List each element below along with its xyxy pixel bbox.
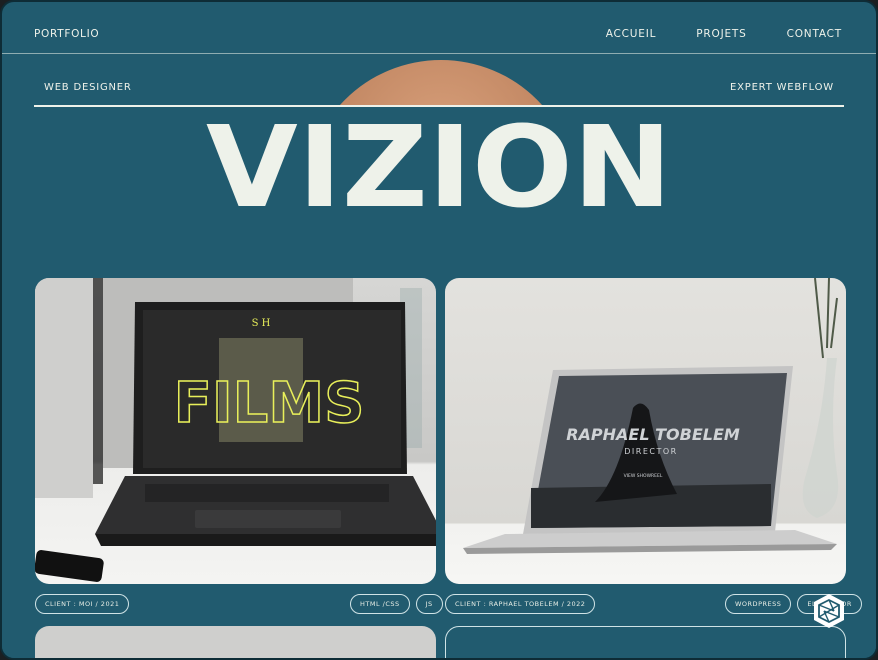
client-tag-2: CLIENT : RAPHAEL TOBELEM / 2022 xyxy=(445,594,596,614)
aperture-badge-icon[interactable] xyxy=(810,592,848,630)
vase-shape xyxy=(802,358,839,518)
raphael-screen-title: RAPHAEL TOBELEM xyxy=(566,425,740,444)
header-divider xyxy=(34,105,844,107)
hero-title-text: VIZION xyxy=(206,114,672,214)
portfolio-page: PORTFOLIO ACCUEIL PROJETS CONTACT WEB DE… xyxy=(0,0,878,660)
laptop-raphael xyxy=(463,366,837,554)
tech-tag-html-css: HTML /CSS xyxy=(350,594,410,614)
project-meta-1-client: CLIENT : MOI / 2021 xyxy=(35,594,130,614)
client-tag-1: CLIENT : MOI / 2021 xyxy=(35,594,130,614)
films-site-logo: S H xyxy=(252,318,271,329)
phone-shape xyxy=(35,550,104,582)
project-meta-1-stack: HTML /CSS JS xyxy=(350,594,443,614)
project-card-films[interactable]: S H FILMS xyxy=(35,278,436,584)
project-card-raphael[interactable]: RAPHAEL TOBELEM DIRECTOR VIEW SHOWREEL xyxy=(445,278,846,584)
laptop-mockup-films: S H FILMS xyxy=(35,278,436,582)
project-card-3[interactable] xyxy=(35,626,436,658)
films-screen-title: FILMS xyxy=(174,371,365,436)
svg-text:VIZION: VIZION xyxy=(206,114,672,214)
subtitle-web-designer: WEB DESIGNER xyxy=(44,82,132,93)
project-card-4[interactable] xyxy=(445,626,846,658)
top-nav: PORTFOLIO ACCUEIL PROJETS CONTACT xyxy=(2,2,876,54)
brand-link[interactable]: PORTFOLIO xyxy=(34,28,99,40)
nav-link-contact[interactable]: CONTACT xyxy=(787,28,842,40)
laptop-mockup-raphael: RAPHAEL TOBELEM DIRECTOR VIEW SHOWREEL xyxy=(463,278,839,554)
nav-link-projets[interactable]: PROJETS xyxy=(696,28,746,40)
project-meta-2-client: CLIENT : RAPHAEL TOBELEM / 2022 xyxy=(445,594,596,614)
tech-tag-js: JS xyxy=(415,594,443,614)
subtitle-expert-webflow: EXPERT WEBFLOW xyxy=(729,82,834,93)
tech-tag-wordpress: WORDPRESS xyxy=(725,594,792,614)
nav-links: ACCUEIL PROJETS CONTACT xyxy=(606,28,842,40)
hero-title: VIZION xyxy=(2,114,876,214)
nav-link-accueil[interactable]: ACCUEIL xyxy=(606,28,657,40)
raphael-screen-button: VIEW SHOWREEL xyxy=(624,473,663,479)
raphael-screen-subtitle: DIRECTOR xyxy=(624,447,677,456)
